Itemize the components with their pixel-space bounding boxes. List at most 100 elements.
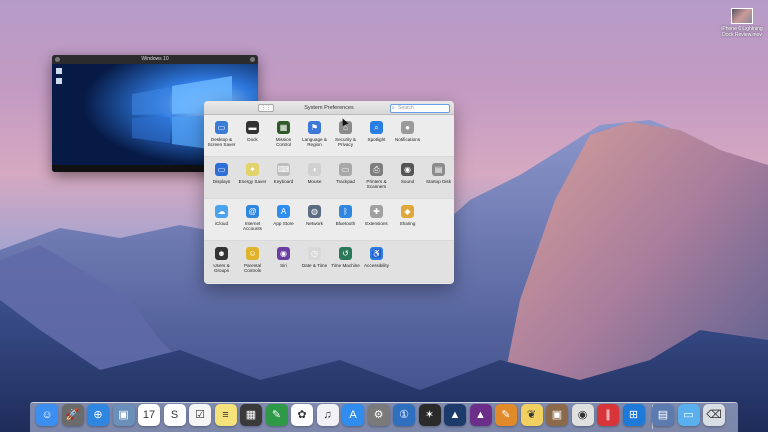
pref-pane-label: Extensions [365,221,388,226]
pref-pane[interactable]: ◉ Siri [268,247,299,268]
bluetooth-icon: ᛒ [339,205,352,218]
keyboard-icon: ⌨ [277,163,290,176]
photos-icon[interactable]: ✿ [291,404,313,426]
pref-pane[interactable]: ▤ Startup Disk [423,163,454,184]
search-placeholder: Search [398,105,414,111]
final-cut-icon[interactable]: ✶ [418,404,441,426]
pref-pane[interactable]: ▭ Desktop & Screen Saver [206,121,237,147]
pref-pane[interactable]: ⌨ Keyboard [268,163,299,184]
calendar-icon[interactable]: 17 [138,404,160,426]
trash-icon[interactable]: ⌫ [703,404,725,426]
pref-pane[interactable]: ☻ Users & Groups [206,247,237,273]
1password-icon[interactable]: ① [393,404,415,426]
pref-pane[interactable]: ▬ Dock [237,121,268,142]
pref-pane-label: Sharing [399,221,416,226]
pref-pane[interactable]: ♿ Accessibility [361,247,392,268]
finder-icon[interactable]: ☺ [36,404,58,426]
puzzle-icon: ✚ [370,205,383,218]
pref-pane[interactable]: @ Internet Accounts [237,205,268,231]
maximize-icon[interactable] [250,57,255,62]
pref-row: ▭ Displays ✦ Energy Saver ⌨ Keyboard ◖ Mouse ▭ Tr… [204,157,454,199]
app-store-icon[interactable]: A [342,404,364,426]
sharing-icon: ◆ [401,205,414,218]
pref-pane[interactable]: ▭ Trackpad [330,163,361,184]
pref-pane[interactable]: ⌂ Security & Privacy [330,121,361,147]
pref-pane-label: Trackpad [336,179,355,184]
screenflow-icon[interactable]: ◉ [571,404,594,426]
pref-pane-label: Desktop & Screen Saver [207,137,236,147]
pref-pane-label: Dock [247,137,258,142]
siri-icon: ◉ [277,247,290,260]
pref-pane[interactable]: ◖ Mouse [299,163,330,184]
pref-pane[interactable]: ◉ Sound [392,163,423,184]
tes-butterfly-icon[interactable]: ❦ [520,404,543,426]
pref-pane-label: Mission Control [275,137,292,147]
pref-pane[interactable]: ✦ Energy Saver [237,163,268,184]
windows-10-icon[interactable]: ⊞ [622,404,645,426]
cloud-icon: ☁ [215,205,228,218]
pref-row: ☁ iCloud @ Internet Accounts A App Store ◍ Netw… [204,199,454,241]
evernote-icon[interactable]: ✎ [265,404,288,426]
recycle-bin-icon[interactable] [56,68,62,74]
pref-pane[interactable]: ☁ iCloud [206,205,237,226]
pref-pane-label: Displays [212,179,231,184]
sp-toolbar: ⋮⋮ System Preferences ⌕ Search [204,101,454,115]
pref-row: ▭ Desktop & Screen Saver ▬ Dock ▦ Mission Con… [204,115,454,157]
globe-icon: ◍ [308,205,321,218]
pref-pane[interactable]: ⎙ Printers & Scanners [361,163,392,189]
pref-pane[interactable]: ▦ Mission Control [268,121,299,147]
pref-pane-label: App Store [273,221,294,226]
affinity-photo-icon[interactable]: ▲ [469,404,492,426]
pref-pane[interactable]: ◷ Date & Time [299,247,330,268]
pref-pane[interactable]: ⚑ Language & Region [299,121,330,147]
pref-pane[interactable]: ↺ Time Machine [330,247,361,268]
pref-pane[interactable]: ✚ Extensions [361,205,392,226]
pref-pane-label: Energy Saver [238,179,267,184]
desktop-file[interactable]: iPhone 6 Lightning Dock Review.mov [720,8,764,38]
reminders-icon[interactable]: ☑ [189,404,211,426]
itunes-icon[interactable]: ♫ [316,404,339,426]
vm-window-title: Windows 10 [141,56,169,62]
lightbulb-icon: ✦ [246,163,259,176]
mouse-icon: ◖ [308,163,321,176]
system-preferences-window[interactable]: ⋮⋮ System Preferences ⌕ Search ▭ Desktop … [204,101,454,284]
pref-pane[interactable]: ▭ Displays [206,163,237,184]
users-icon: ☻ [215,247,228,260]
vm-titlebar[interactable]: Windows 10 [52,55,258,64]
close-icon[interactable] [55,57,60,62]
pref-pane-label: Sound [400,179,415,184]
pref-pane[interactable]: ● Notifications [392,121,423,142]
vm-desktop-icons [56,68,62,88]
pref-row: ☻ Users & Groups ☺ Parental Controls ◉ Siri ◷ D… [204,241,454,283]
pref-pane-label: Printers & Scanners [366,179,387,189]
time-machine-icon: ↺ [339,247,352,260]
pref-pane[interactable]: A App Store [268,205,299,226]
folder-icon[interactable]: ▭ [677,404,700,426]
pref-pane[interactable]: ᛒ Bluetooth [330,205,361,226]
image-stack-icon[interactable]: ▤ [652,404,674,426]
box-icon[interactable]: ▣ [546,404,568,426]
pixelmator-icon[interactable]: ✎ [495,404,517,426]
sketchbook-icon[interactable]: S [163,404,186,426]
pref-pane-label: Siri [280,263,287,268]
pref-pane[interactable]: ☺ Parental Controls [237,247,268,273]
preview-icon[interactable]: ▣ [112,404,135,426]
calculator-icon[interactable]: ▦ [240,404,262,426]
parallels-icon[interactable]: ∥ [597,404,619,426]
pref-pane[interactable]: ⌕ Spotlight [361,121,392,142]
notes-icon[interactable]: ≡ [214,404,237,426]
pref-pane[interactable]: ◆ Sharing [392,205,423,226]
pref-pane-label: Bluetooth [335,221,356,226]
pref-pane-label: Language & Region [302,137,327,147]
pref-pane-label: Startup Disk [425,179,452,184]
system-preferences-icon[interactable]: ⚙ [367,404,390,426]
pref-pane-label: Keyboard [273,179,294,184]
launchpad-icon[interactable]: 🚀 [61,404,84,426]
safari-icon[interactable]: ⊕ [87,404,109,426]
search-input[interactable]: ⌕ Search [390,104,450,113]
affinity-designer-icon[interactable]: ▲ [444,404,466,426]
parental-icon: ☺ [246,247,259,260]
pref-pane[interactable]: ◍ Network [299,205,330,226]
edge-icon[interactable] [56,78,62,84]
accessibility-icon: ♿ [370,247,383,260]
